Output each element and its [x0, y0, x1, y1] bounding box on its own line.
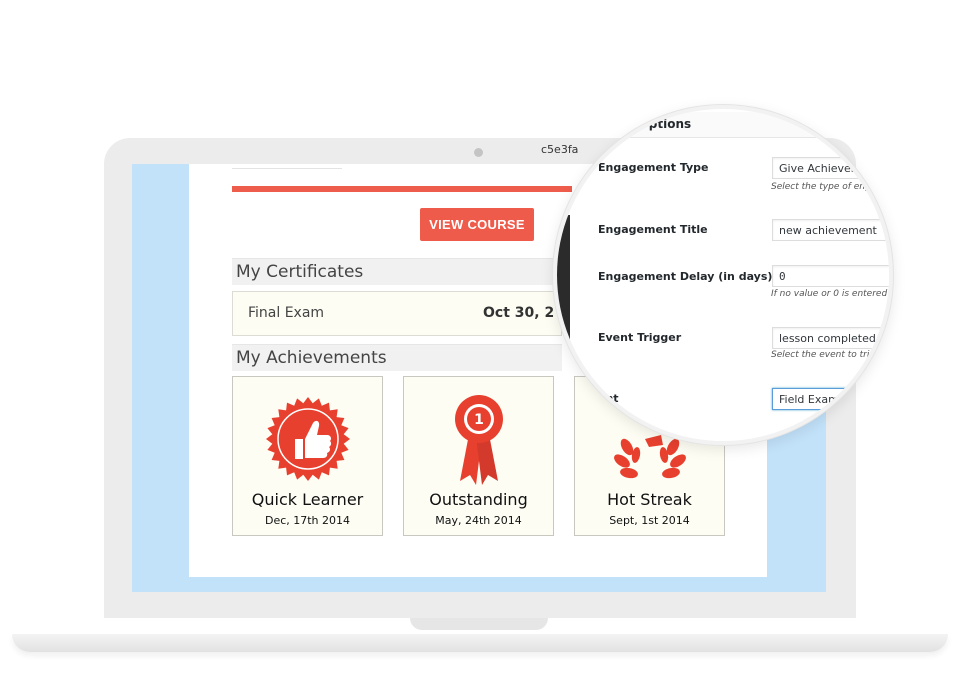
progress-bar	[232, 186, 572, 192]
thumbs-up-badge-icon	[266, 397, 350, 481]
event-trigger-select[interactable]	[772, 327, 889, 349]
engagement-delay-input[interactable]	[772, 265, 889, 287]
engagement-title-label: Engagement Title	[598, 223, 708, 236]
certificate-row[interactable]: Final Exam Oct 30, 2	[232, 291, 562, 336]
achievements-heading: My Achievements	[232, 344, 562, 371]
certificates-heading: My Certificates	[232, 258, 562, 285]
certificate-date: Oct 30, 2	[483, 305, 555, 321]
achievement-date: May, 24th 2014	[435, 514, 522, 527]
engagement-delay-help: If no value or 0 is entered th	[771, 289, 893, 299]
event-trigger-label: Event Trigger	[598, 331, 682, 344]
ribbon-medal-icon: 1	[455, 395, 503, 485]
view-course-button[interactable]: VIEW COURSE	[420, 208, 534, 241]
achievement-card-quick-learner[interactable]: Quick Learner Dec, 17th 2014	[232, 376, 383, 536]
laptop-base	[12, 634, 948, 652]
achievement-card-outstanding[interactable]: 1 Outstanding May, 24th 2014	[403, 376, 554, 536]
engagement-delay-label: Engagement Delay (in days)	[598, 270, 773, 283]
achievement-title: Quick Learner	[251, 490, 364, 509]
achievement-date: Sept, 1st 2014	[609, 514, 690, 527]
achievement-title: Hot Streak	[607, 490, 692, 509]
event-trigger-help: Select the event to trigg	[771, 350, 881, 360]
engagement-type-label: Engagement Type	[598, 161, 709, 174]
divider	[232, 168, 342, 169]
achievement-date: Dec, 17th 2014	[264, 514, 351, 527]
engagement-type-select[interactable]	[772, 157, 889, 179]
engagement-options-panel: ent Options Engagement Type Select the t…	[557, 109, 893, 441]
magnifier-lens: ent Options Engagement Type Select the t…	[553, 105, 893, 445]
event-select[interactable]	[772, 388, 848, 410]
engagement-options-heading: ent Options	[612, 117, 692, 131]
camera-icon	[474, 148, 483, 157]
engagement-type-help: Select the type of engag	[771, 182, 882, 192]
svg-text:1: 1	[474, 412, 484, 428]
event-label: ent	[598, 392, 619, 405]
achievement-title: Outstanding	[429, 490, 528, 509]
laptop-notch	[410, 618, 548, 630]
certificate-name: Final Exam	[248, 305, 325, 321]
engagement-title-input[interactable]	[772, 219, 889, 241]
